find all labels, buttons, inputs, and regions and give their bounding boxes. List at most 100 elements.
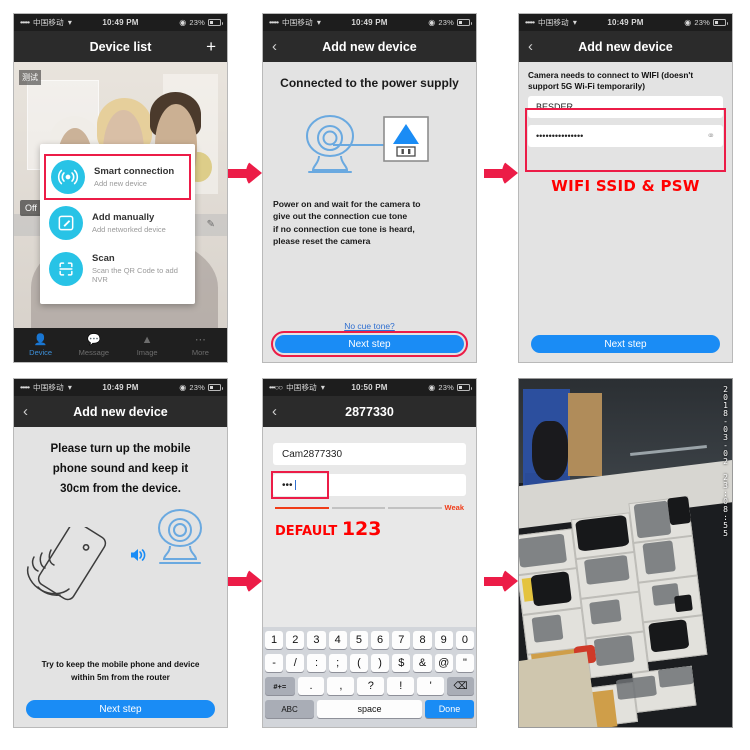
status-time: 10:50 PM (351, 383, 388, 392)
key-slash[interactable]: / (286, 654, 305, 672)
key-period[interactable]: . (297, 677, 325, 695)
panel-wifi-credentials: ••••• 中国移动 ▾ 10:49 PM ◉ 23% ‹ Add new de… (518, 13, 733, 363)
device-password-body: Cam2877330 ••• Weak DEFAULT 123 1 2 3 4 … (263, 427, 476, 727)
key-8[interactable]: 8 (413, 631, 432, 649)
paragraph-line: Power on and wait for the camera to (273, 199, 421, 209)
video-timestamp-overlay: 2018-03-02 23:08:55 (721, 385, 730, 537)
key-apostrophe[interactable]: ' (417, 677, 445, 695)
key-9[interactable]: 9 (434, 631, 453, 649)
headline: Please turn up the mobile phone sound an… (14, 427, 227, 499)
panel-phone-sound: ••••• 中国移动 ▾ 10:49 PM ◉ 23% ‹ Add new de… (13, 378, 228, 728)
nav-bar: ‹ Add new device (14, 396, 227, 427)
next-step-button[interactable]: Next step (531, 335, 720, 353)
headline-line: Please turn up the mobile (50, 443, 191, 455)
option-add-manually[interactable]: Add manually Add networked device (40, 200, 195, 246)
tab-more[interactable]: ⋯ More (174, 328, 227, 362)
wifi-ssid-input[interactable]: BESDER (528, 96, 723, 119)
live-camera-feed[interactable]: 2018-03-02 23:08:55 (519, 379, 732, 727)
key-semicolon[interactable]: ; (328, 654, 347, 672)
nav-bar: ‹ Add new device (263, 31, 476, 62)
add-device-plus-icon[interactable]: + (206, 38, 216, 55)
panel-device-password: •••○○ 中国移动 ▾ 10:50 PM ◉ 23% ‹ 2877330 Ca… (262, 378, 477, 728)
onscreen-keyboard: 1 2 3 4 5 6 7 8 9 0 - / : ; ( ) $ & @ " … (263, 627, 476, 727)
key-done[interactable]: Done (424, 700, 474, 718)
key-3[interactable]: 3 (307, 631, 326, 649)
key-0[interactable]: 0 (455, 631, 475, 649)
status-bar: ••••• 中国移动 ▾ 10:49 PM ◉ 23% (519, 14, 732, 31)
wifi-password-input[interactable]: ••••••••••••••• ⚭ (528, 125, 723, 148)
chevron-left-icon[interactable]: ‹ (23, 404, 28, 419)
key-dollar[interactable]: $ (392, 654, 411, 672)
strength-segment (331, 506, 386, 509)
keyboard-row-numbers: 1 2 3 4 5 6 7 8 9 0 (264, 631, 475, 649)
key-abc-toggle[interactable]: ABC (265, 700, 315, 718)
next-step-button[interactable]: Next step (271, 331, 468, 357)
edit-pencil-icon[interactable]: ✎ (207, 219, 215, 230)
tab-message[interactable]: 💬 Message (67, 328, 120, 362)
panel-live-view: 2018-03-02 23:08:55 (518, 378, 733, 728)
key-space[interactable]: space (317, 700, 422, 718)
add-device-action-sheet: Smart connection Add new device Add manu… (40, 144, 195, 304)
key-comma[interactable]: , (327, 677, 355, 695)
bottom-note: Try to keep the mobile phone and device … (20, 659, 221, 684)
key-quote[interactable]: " (455, 654, 475, 672)
option-scan[interactable]: Scan Scan the QR Code to add NVR (40, 246, 195, 292)
default-prefix: DEFAULT (275, 524, 342, 539)
headline: Connected to the power supply (280, 76, 459, 90)
tab-image[interactable]: ▲ Image (121, 328, 174, 362)
battery-icon (713, 19, 728, 26)
smart-connection-icon (51, 160, 85, 194)
battery-icon (208, 19, 223, 26)
chevron-left-icon[interactable]: ‹ (272, 404, 277, 419)
key-paren-close[interactable]: ) (371, 654, 390, 672)
bottom-note-line: within 5m from the router (71, 672, 170, 682)
device-name-input[interactable]: Cam2877330 (273, 443, 466, 465)
key-7[interactable]: 7 (392, 631, 411, 649)
edit-square-icon (49, 206, 83, 240)
tab-label: More (191, 347, 209, 357)
key-1[interactable]: 1 (264, 631, 284, 649)
status-bar: ••••• 中国移动 ▾ 10:49 PM ◉ 23% (263, 14, 476, 31)
option-title: Smart connection (94, 165, 175, 177)
key-at[interactable]: @ (434, 654, 453, 672)
power-plug-icon (383, 116, 429, 162)
key-6[interactable]: 6 (371, 631, 390, 649)
chevron-left-icon[interactable]: ‹ (272, 39, 277, 54)
password-strength-meter: Weak (275, 503, 464, 512)
keyboard-row-symbols: - / : ; ( ) $ & @ " (264, 654, 475, 672)
key-question[interactable]: ? (357, 677, 385, 695)
option-smart-connection[interactable]: Smart connection Add new device (44, 154, 191, 200)
power-diagram (263, 98, 476, 190)
nav-bar: Device list + (14, 31, 227, 62)
strength-segment (275, 506, 329, 509)
key-exclamation[interactable]: ! (387, 677, 415, 695)
backspace-icon[interactable]: ⌫ (447, 677, 475, 695)
option-subtitle: Add networked device (92, 224, 166, 234)
no-cue-tone-link[interactable]: No cue tone? (263, 321, 476, 331)
tab-label: Message (78, 347, 110, 357)
next-step-button[interactable]: Next step (26, 700, 215, 718)
page-title: Add new device (322, 39, 417, 54)
strength-label: Weak (444, 503, 465, 512)
chat-bubble-icon: 💬 (87, 333, 101, 346)
key-paren-open[interactable]: ( (349, 654, 368, 672)
key-symbols-toggle[interactable]: #+= (264, 677, 295, 695)
key-5[interactable]: 5 (349, 631, 368, 649)
default-number: 123 (341, 518, 382, 540)
chevron-left-icon[interactable]: ‹ (528, 39, 533, 54)
key-colon[interactable]: : (307, 654, 326, 672)
bottom-note-line: Try to keep the mobile phone and device (41, 660, 200, 670)
ellipsis-icon: ⋯ (194, 333, 206, 346)
key-4[interactable]: 4 (328, 631, 347, 649)
key-2[interactable]: 2 (286, 631, 305, 649)
device-name-tag: 测试 (19, 70, 41, 85)
key-ampersand[interactable]: & (413, 654, 432, 672)
battery-icon (208, 384, 223, 391)
key-hyphen[interactable]: - (264, 654, 284, 672)
wifi-body: Camera needs to connect to WIFI (doesn't… (519, 62, 732, 362)
tab-device[interactable]: 👤 Device (14, 328, 67, 362)
page-title: Device list (89, 39, 152, 54)
eye-off-icon[interactable]: ⚭ (707, 131, 715, 142)
status-time: 10:49 PM (102, 383, 139, 392)
instruction-paragraph: Power on and wait for the camera to give… (263, 198, 476, 248)
